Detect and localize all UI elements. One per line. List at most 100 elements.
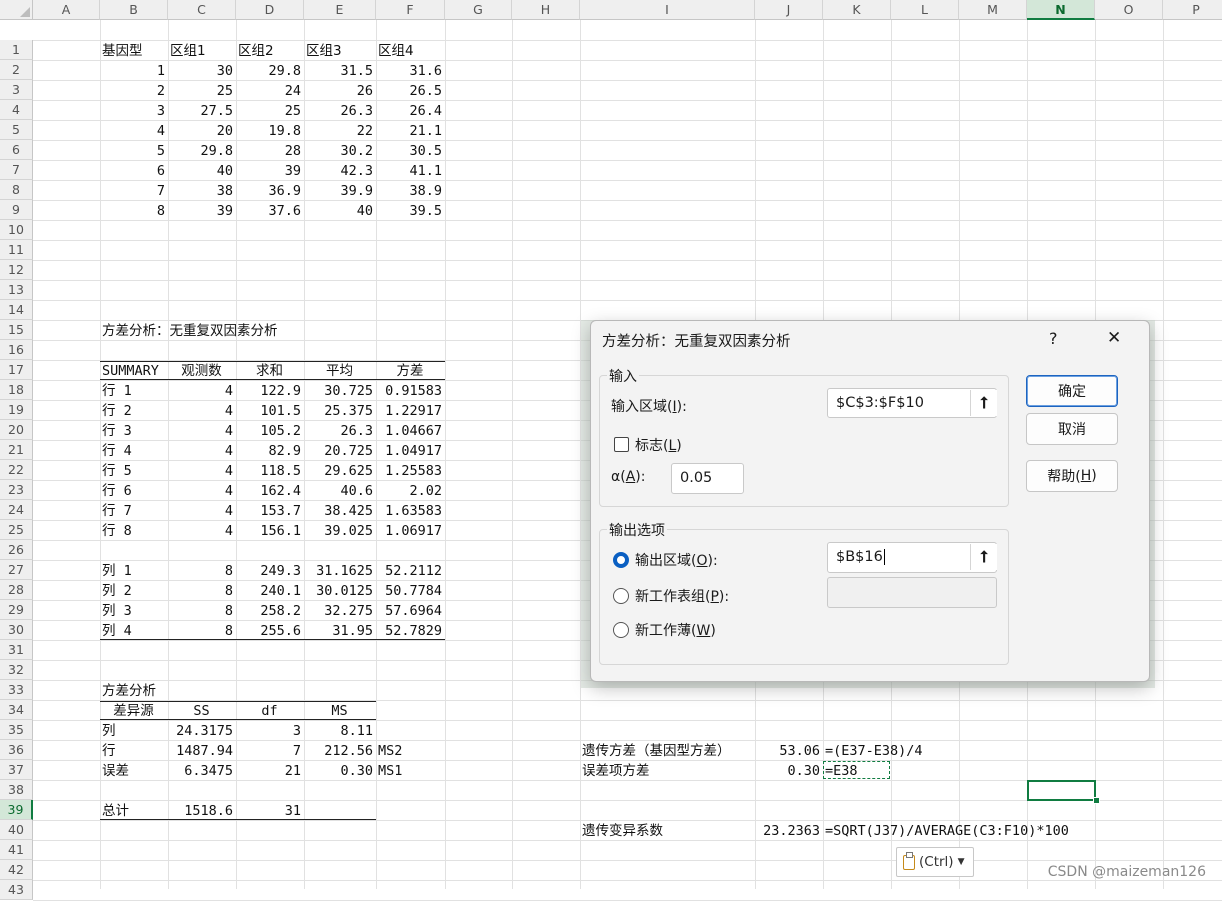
row-header-40[interactable]: 40 [0,820,33,840]
row-header-11[interactable]: 11 [0,240,33,260]
summary-cell[interactable]: 列 2 [102,581,165,601]
anova-cell[interactable]: 误差 [102,761,165,781]
anova-header-cell[interactable]: 差异源 [102,701,165,721]
row-header-25[interactable]: 25 [0,520,33,540]
table-cell[interactable]: 26 [306,81,373,101]
summary-cell[interactable]: 249.3 [238,561,301,581]
anova-note-cell[interactable]: MS2 [378,741,442,761]
summary-cell[interactable]: 32.275 [306,601,373,621]
result-value[interactable]: 53.06 [757,741,820,761]
table-cell[interactable]: 22 [306,121,373,141]
summary-cell[interactable]: 行 5 [102,461,165,481]
row-header-10[interactable]: 10 [0,220,33,240]
table-header-cell[interactable]: 区组4 [378,41,442,61]
row-header-12[interactable]: 12 [0,260,33,280]
output-range-picker-icon[interactable]: ⭡ [970,544,997,570]
table-cell[interactable]: 29.8 [238,61,301,81]
row-header-38[interactable]: 38 [0,780,33,800]
result-formula[interactable]: =(E37-E38)/4 [825,741,923,761]
anova-table-title[interactable]: 方差分析 [102,681,165,701]
table-cell[interactable]: 38.9 [378,181,442,201]
table-cell[interactable]: 30.5 [378,141,442,161]
summary-cell[interactable]: 240.1 [238,581,301,601]
table-cell[interactable]: 26.5 [378,81,442,101]
summary-cell[interactable]: 1.04667 [378,421,442,441]
anova-cell[interactable]: 6.3475 [170,761,233,781]
row-header-4[interactable]: 4 [0,100,33,120]
table-cell[interactable]: 38 [170,181,233,201]
summary-cell[interactable]: 行 8 [102,521,165,541]
anova-note-cell[interactable] [378,721,442,741]
table-cell[interactable]: 25 [238,101,301,121]
table-header-cell[interactable]: 基因型 [102,41,165,61]
summary-cell[interactable]: 26.3 [306,421,373,441]
anova-header-cell[interactable]: MS [306,701,373,721]
row-header-37[interactable]: 37 [0,760,33,780]
input-range-picker-icon[interactable]: ⭡ [970,390,997,416]
summary-cell[interactable]: 4 [170,421,233,441]
summary-cell[interactable]: 40.6 [306,481,373,501]
column-header-f[interactable]: F [376,0,445,20]
table-cell[interactable]: 25 [170,81,233,101]
table-cell[interactable]: 39.9 [306,181,373,201]
summary-cell[interactable]: 29.625 [306,461,373,481]
column-header-g[interactable]: G [445,0,512,20]
new-sheet-field[interactable] [827,577,997,608]
anova-cell[interactable]: 0.30 [306,761,373,781]
anova-total-cell[interactable]: 31 [238,801,301,821]
row-header-19[interactable]: 19 [0,400,33,420]
row-header-21[interactable]: 21 [0,440,33,460]
table-cell[interactable]: 3 [102,101,165,121]
anova-cell[interactable]: 列 [102,721,165,741]
row-header-9[interactable]: 9 [0,200,33,220]
table-cell[interactable]: 8 [102,201,165,221]
table-cell[interactable]: 19.8 [238,121,301,141]
help-button[interactable]: 帮助(H) [1026,460,1118,492]
summary-cell[interactable]: 0.91583 [378,381,442,401]
anova-total-cell[interactable]: 总计 [102,801,165,821]
row-header-18[interactable]: 18 [0,380,33,400]
column-header-a[interactable]: A [33,0,100,20]
summary-cell[interactable]: 行 4 [102,441,165,461]
summary-cell[interactable]: 1.22917 [378,401,442,421]
summary-cell[interactable]: 255.6 [238,621,301,641]
summary-cell[interactable]: 39.025 [306,521,373,541]
table-cell[interactable]: 31.6 [378,61,442,81]
table-cell[interactable]: 36.9 [238,181,301,201]
summary-cell[interactable]: 2.02 [378,481,442,501]
column-header-o[interactable]: O [1095,0,1163,20]
summary-cell[interactable]: 57.6964 [378,601,442,621]
row-header-14[interactable]: 14 [0,300,33,320]
row-header-7[interactable]: 7 [0,160,33,180]
table-cell[interactable]: 24 [238,81,301,101]
row-header-15[interactable]: 15 [0,320,33,340]
table-cell[interactable]: 31.5 [306,61,373,81]
summary-cell[interactable]: 52.7829 [378,621,442,641]
summary-cell[interactable]: 25.375 [306,401,373,421]
column-header-m[interactable]: M [959,0,1027,20]
table-cell[interactable]: 41.1 [378,161,442,181]
alpha-field[interactable]: 0.05 [671,463,744,494]
table-cell[interactable]: 20 [170,121,233,141]
row-header-28[interactable]: 28 [0,580,33,600]
anova-cell[interactable]: 24.3175 [170,721,233,741]
table-header-cell[interactable]: 区组2 [238,41,301,61]
cancel-button[interactable]: 取消 [1026,413,1118,445]
anova-output-title[interactable]: 方差分析：无重复双因素分析 [102,321,373,341]
row-header-16[interactable]: 16 [0,340,33,360]
column-header-p[interactable]: P [1163,0,1222,20]
summary-cell[interactable]: 行 2 [102,401,165,421]
column-header-b[interactable]: B [100,0,168,20]
summary-cell[interactable]: 50.7784 [378,581,442,601]
table-cell[interactable]: 42.3 [306,161,373,181]
new-sheet-radio[interactable] [613,588,629,604]
summary-cell[interactable]: 31.1625 [306,561,373,581]
summary-cell[interactable]: 行 1 [102,381,165,401]
column-header-c[interactable]: C [168,0,236,20]
row-header-31[interactable]: 31 [0,640,33,660]
summary-cell[interactable]: 列 4 [102,621,165,641]
table-cell[interactable]: 2 [102,81,165,101]
row-header-32[interactable]: 32 [0,660,33,680]
summary-cell[interactable]: 258.2 [238,601,301,621]
summary-cell[interactable]: 8 [170,561,233,581]
